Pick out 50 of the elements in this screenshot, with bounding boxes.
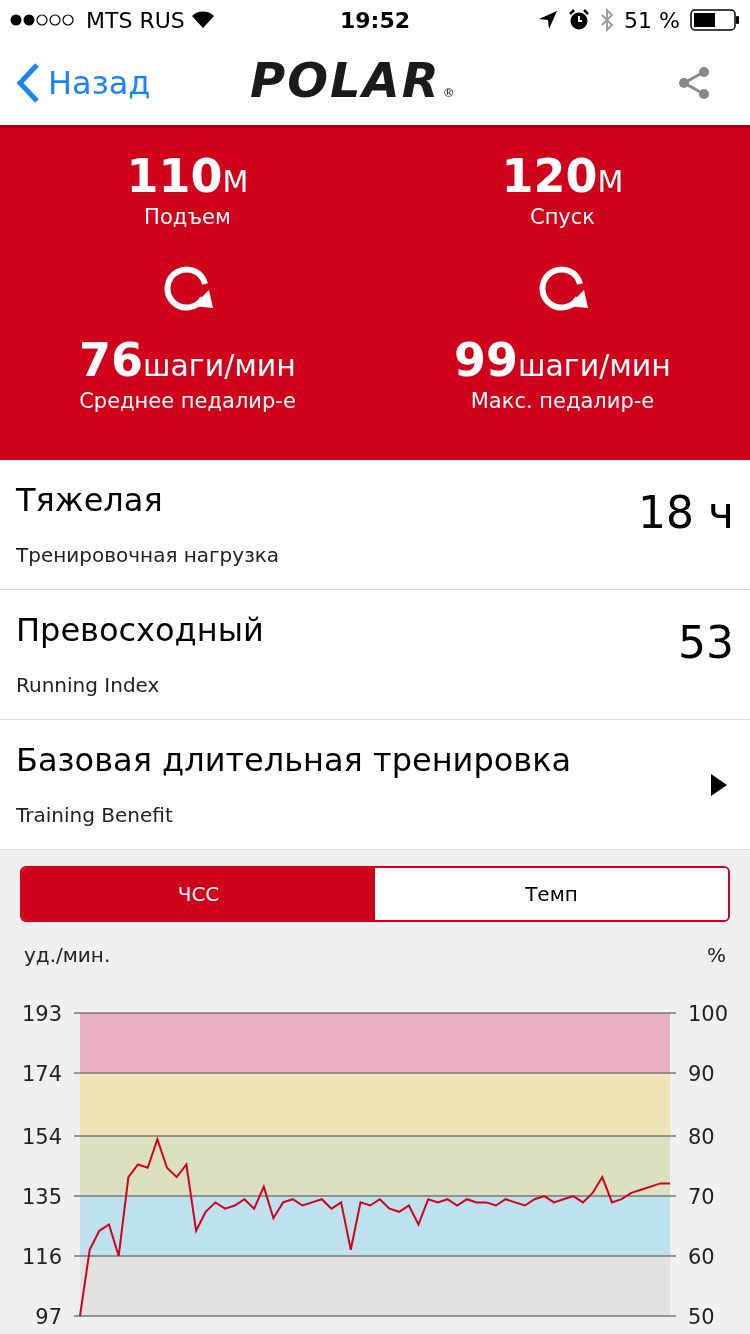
chart-tab[interactable]: ЧСС [22,868,375,920]
right-axis-label: 100 [688,1002,729,1026]
polar-logo: POLAR [250,56,441,104]
left-axis-label: 97 [35,1305,62,1329]
share-button[interactable] [678,65,710,100]
row-title: Превосходный [16,609,265,650]
battery-percent: 51 % [624,6,680,35]
row-value: 18 ч [638,486,734,540]
alarm-icon [568,9,591,31]
left-axis-label: 116 [21,1245,62,1270]
stat-unit: М [597,163,624,201]
share-icon [678,65,710,100]
stat-value: 76 [79,331,144,389]
row-value: 53 [678,616,734,670]
right-axis-label: 50 [688,1305,715,1329]
right-axis-label: 70 [688,1185,715,1210]
stat-label: Подъем [144,204,231,231]
registered-mark: ® [442,85,455,102]
stat-value: 99 [454,331,519,389]
left-axis-unit: уд./мин. [24,942,111,969]
right-axis-label: 60 [688,1245,715,1270]
stat-label: Макс. педалир-е [470,387,655,415]
right-axis-unit: % [707,942,726,969]
stat-label: Спуск [529,204,596,231]
stat-value: 120 [501,148,598,205]
left-axis-label: 154 [21,1125,62,1150]
location-icon [538,10,559,30]
left-axis-label: 135 [21,1185,62,1210]
stat-unit: шаги/мин [518,346,671,385]
stat-value: 110 [126,148,223,205]
row-subtitle: Тренировочная нагрузка [16,541,281,569]
right-axis-label: 90 [688,1061,715,1086]
row-subtitle: Training Benefit [16,801,174,829]
row-subtitle: Running Index [16,671,161,699]
carrier-name: MTS RUS [86,6,185,35]
bluetooth-icon [600,8,615,32]
summary-row[interactable]: Базовая длительная тренировка Training Benefit [0,720,750,850]
row-title: Базовая длительная тренировка [16,739,573,780]
left-axis-label: 193 [21,1002,62,1026]
battery-icon [690,9,740,31]
row-title: Тяжелая [16,479,164,520]
clock: 19:52 [340,6,410,35]
back-button[interactable]: Назад [16,58,151,107]
back-chevron-icon [16,62,40,103]
left-axis-label: 174 [21,1061,62,1086]
stat-unit: шаги/мин [143,346,296,385]
wifi-icon [190,11,215,29]
stat-label: Среднее педалир-е [79,387,296,415]
right-axis-label: 80 [688,1125,715,1150]
stat-unit: М [222,163,249,201]
